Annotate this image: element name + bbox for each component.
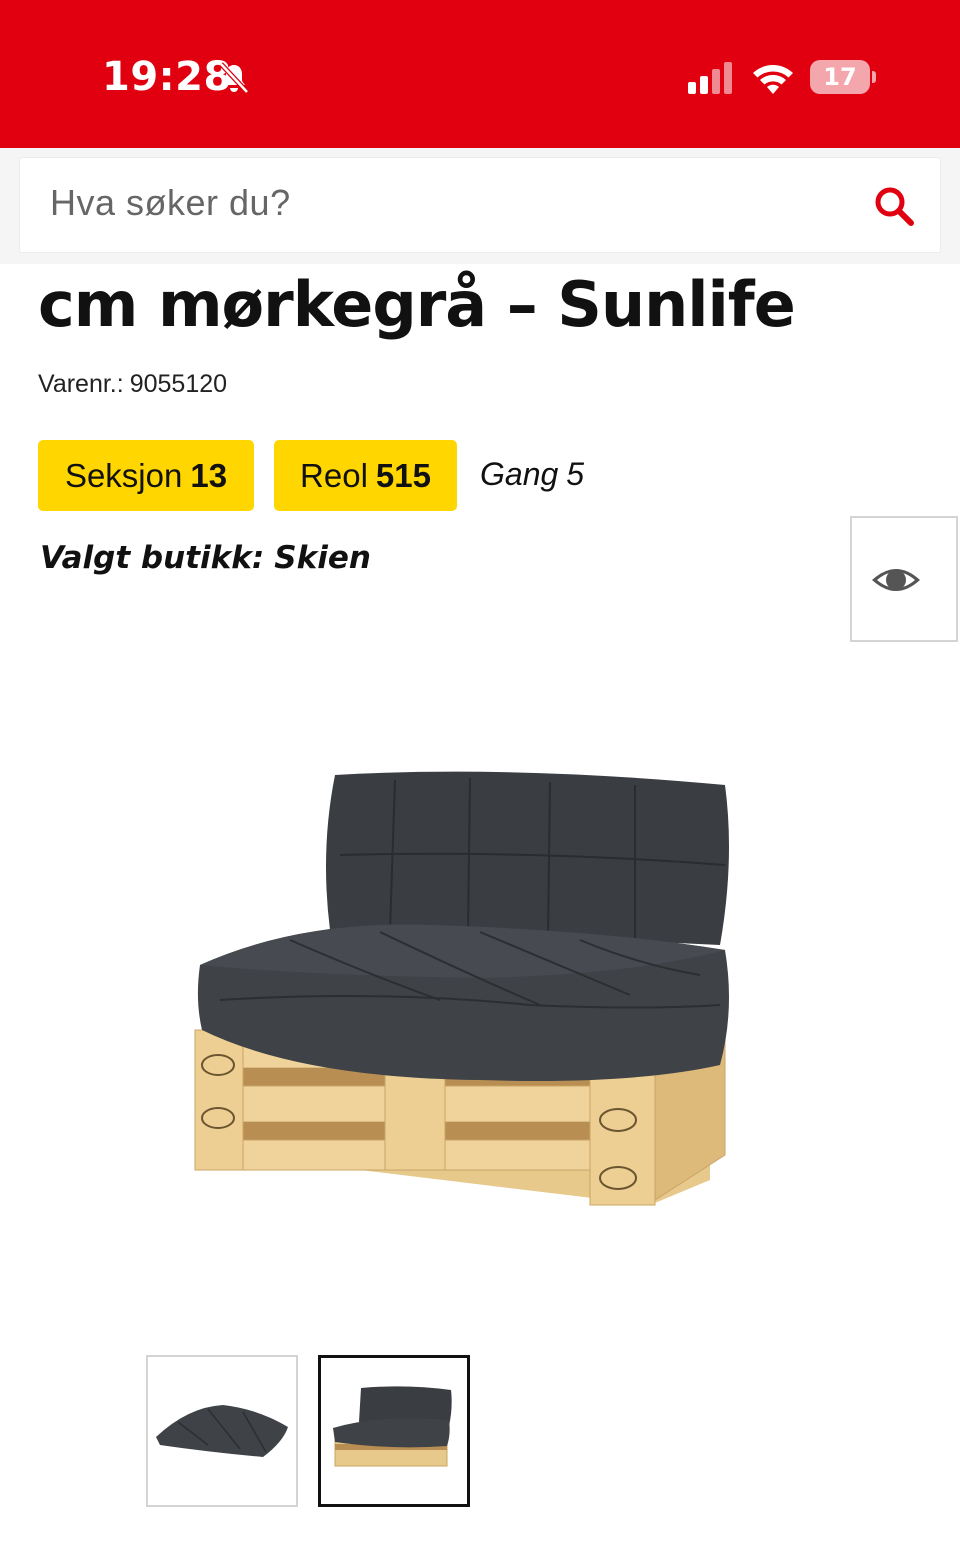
aisle-label: Gang — [480, 456, 559, 492]
thumbnail-sofa-image — [333, 1386, 452, 1467]
sku-value: 9055120 — [129, 370, 228, 398]
shelf-label: Reol — [300, 457, 368, 494]
store-label: Valgt butikk: — [40, 540, 265, 576]
sku-label: Varenr.: — [38, 370, 124, 398]
battery-icon: 17 — [810, 60, 876, 94]
thumbnail-1[interactable] — [146, 1355, 298, 1507]
aisle-info: Gang 5 — [480, 456, 584, 493]
product-sku: Varenr.: 9055120 — [38, 370, 227, 399]
status-time: 19:28 — [102, 54, 232, 100]
thumbnail-cushion-image — [156, 1405, 288, 1457]
product-title: cm mørkegrå – Sunlife — [38, 268, 796, 341]
shelf-badge: Reol 515 — [274, 440, 457, 511]
section-label: Seksjon — [64, 457, 183, 494]
section-value: 13 — [190, 457, 228, 494]
search-icon[interactable] — [872, 184, 916, 228]
selected-store: Valgt butikk: Skien — [40, 540, 371, 576]
product-image[interactable] — [180, 760, 740, 1220]
wifi-icon — [753, 65, 793, 94]
eye-icon — [872, 569, 920, 591]
section-badge: Seksjon 13 — [38, 440, 254, 511]
thumbnail-2[interactable] — [318, 1355, 470, 1507]
view-button[interactable] — [850, 516, 958, 642]
search-placeholder[interactable]: Hva søker du? — [50, 182, 291, 224]
cellular-signal-icon — [688, 62, 732, 94]
back-cushion — [326, 771, 729, 945]
bell-muted-icon — [219, 62, 249, 94]
shelf-value: 515 — [375, 457, 431, 494]
aisle-value: 5 — [566, 456, 585, 492]
status-bar: 19:28 17 — [0, 0, 960, 148]
store-value[interactable]: Skien — [274, 540, 371, 576]
search-input[interactable]: Hva søker du? — [20, 158, 940, 252]
search-bar: Hva søker du? — [0, 148, 960, 264]
